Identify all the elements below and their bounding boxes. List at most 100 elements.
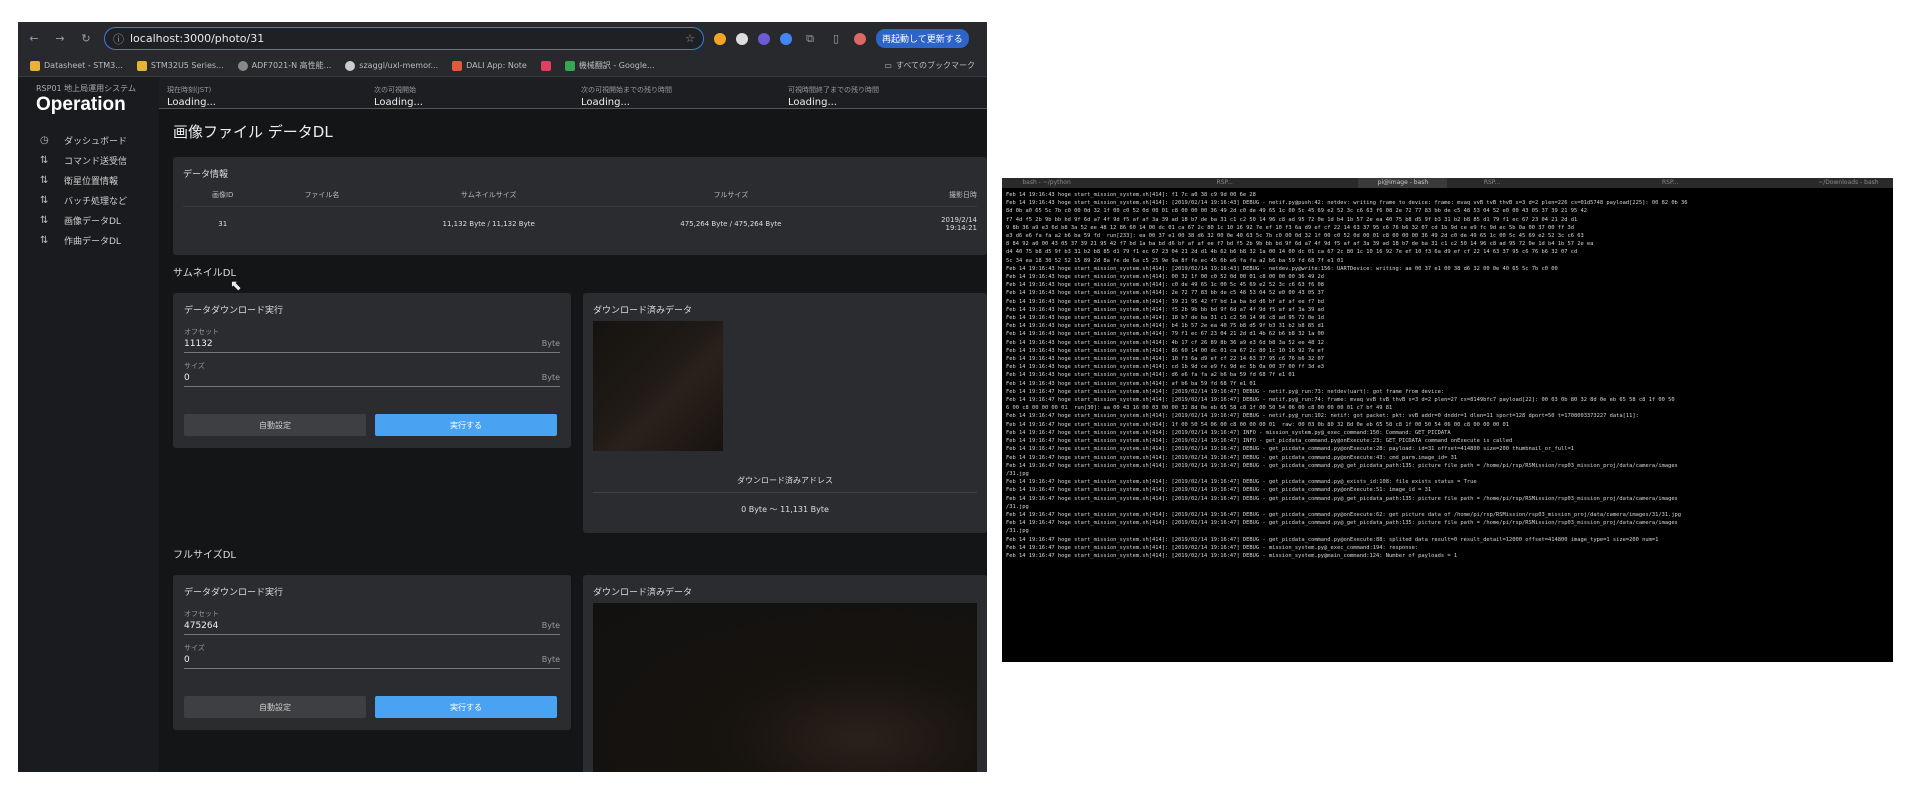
card-title: データ情報 <box>183 170 229 180</box>
forward-icon[interactable]: → <box>52 32 68 45</box>
extensions-puzzle-icon[interactable]: ⧉ <box>802 32 818 46</box>
col-header: ファイル名 <box>304 191 340 199</box>
transfer-icon: ⇅ <box>40 194 49 206</box>
col-header: 画像ID <box>211 191 234 199</box>
terminal-tab[interactable]: ~/Downloads - bash <box>1804 178 1893 188</box>
offset-label: オフセット <box>184 328 219 336</box>
full-preview-image <box>593 603 977 772</box>
back-icon[interactable]: ← <box>26 32 42 45</box>
transfer-icon: ⇅ <box>40 234 49 246</box>
terminal-tab[interactable]: RSP... <box>1447 178 1536 188</box>
bookmark-favicon-icon <box>30 60 40 71</box>
offset-label: オフセット <box>184 610 219 618</box>
all-bookmarks[interactable]: ▭ すべてのブックマーク <box>884 60 975 71</box>
size-field[interactable]: 0 Byte <box>184 653 560 669</box>
info-next-visible-start: 次の可視開始 Loading... <box>366 77 573 109</box>
cell-full-size: 475,264 Byte / 475,264 Byte <box>680 220 782 229</box>
section-full-dl: フルサイズDL <box>173 550 236 561</box>
sidebar-menu: ◷ ダッシュボード ⇅ コマンド送受信 ⇅ 衛星位置情報 ⇅ バッチ処理など ⇅ 画像デー… <box>18 130 159 250</box>
cell-thumb-size: 11,132 Byte / 11,132 Byte <box>442 220 535 229</box>
table-header-row: 画像ID ファイル名 サムネイルサイズ フルサイズ 撮影日時 <box>183 184 977 207</box>
bookmark-item[interactable]: 機械翻訳 - Google... <box>564 60 655 71</box>
avatar[interactable] <box>854 32 866 45</box>
folder-icon: ▭ <box>884 61 892 70</box>
terminal-tab[interactable] <box>1537 178 1626 188</box>
info-current-time: 現在時刻(JST) Loading... <box>159 77 366 109</box>
terminal-tab[interactable]: RSP... <box>1626 178 1715 188</box>
extension-icon[interactable] <box>736 32 748 45</box>
sidebar-item-image-dl[interactable]: ⇅ 画像データDL <box>18 210 159 230</box>
app-root: RSP01 地上局運用システム Operation ◷ ダッシュボード ⇅ コマンド… <box>18 77 987 772</box>
extension-icon[interactable] <box>758 32 770 45</box>
terminal-tabs: bash - ~/python RSP... pi@image - bash R… <box>1002 178 1893 188</box>
bookmark-favicon-icon <box>237 60 248 71</box>
terminal-tab[interactable]: pi@image - bash <box>1358 178 1448 188</box>
bookmark-item[interactable]: STM32U5 Series... <box>136 60 224 71</box>
terminal-tab[interactable]: bash - ~/python <box>1002 178 1091 188</box>
col-header: フルサイズ <box>713 191 749 199</box>
page-title: 画像ファイル データDL <box>173 123 333 141</box>
bookmark-item[interactable]: ADF7021-N 高性能... <box>237 60 331 71</box>
bookmark-item[interactable]: DALI App: Note <box>452 60 527 71</box>
cell-filename <box>262 207 381 242</box>
full-downloaded-card: ダウンロード済みデータ <box>583 575 987 772</box>
site-info-icon[interactable]: ⓘ <box>113 31 124 47</box>
extension-icon[interactable] <box>714 32 726 45</box>
terminal-tab[interactable] <box>1269 178 1358 188</box>
system-name: RSP01 地上局運用システム <box>36 84 136 93</box>
size-field[interactable]: 0 Byte <box>184 371 560 387</box>
terminal-tab[interactable]: RSP... <box>1180 178 1269 188</box>
info-time-to-visible: 次の可視開始までの残り時間 Loading... <box>573 77 780 109</box>
terminal-tab[interactable] <box>1091 178 1180 188</box>
transfer-icon: ⇅ <box>40 154 49 166</box>
run-button[interactable]: 実行する <box>375 696 557 718</box>
section-thumbnail-dl: サムネイルDL <box>173 268 237 279</box>
bookmark-favicon-icon <box>136 60 147 71</box>
bookmark-favicon-icon <box>564 60 575 71</box>
card-title: データダウンロード実行 <box>184 306 284 316</box>
bookmark-favicon-icon <box>452 60 463 71</box>
thumb-download-card: データダウンロード実行 オフセット 11132 Byte サイズ 0 Byte 自動… <box>173 293 571 448</box>
transfer-icon: ⇅ <box>40 214 49 226</box>
browser-window: ← → ↻ ⓘ localhost:3000/photo/31 ☆ ⧉ ▯ 再起… <box>18 22 987 772</box>
sidebar-item-satellite-position[interactable]: ⇅ 衛星位置情報 <box>18 170 159 190</box>
sidepanel-icon[interactable]: ▯ <box>828 32 844 45</box>
offset-field[interactable]: 11132 Byte <box>184 337 560 353</box>
sidebar-item-command[interactable]: ⇅ コマンド送受信 <box>18 150 159 170</box>
info-time-to-visible-end: 可視時間終了までの残り時間 Loading... <box>780 77 987 109</box>
bookmark-item[interactable]: szaggl/uxl-memor... <box>345 60 438 71</box>
auto-set-button[interactable]: 自動設定 <box>184 696 366 718</box>
run-button[interactable]: 実行する <box>375 414 557 436</box>
sidebar-item-dashboard[interactable]: ◷ ダッシュボード <box>18 130 159 150</box>
card-title: ダウンロード済みデータ <box>593 588 693 598</box>
table-row[interactable]: 31 11,132 Byte / 11,132 Byte 475,264 Byt… <box>183 206 977 242</box>
extension-icon[interactable] <box>780 32 792 45</box>
terminal-output[interactable]: Feb 14 19:16:43 hoge start_mission_syste… <box>1002 188 1893 563</box>
reload-icon[interactable]: ↻ <box>78 32 94 45</box>
auto-set-button[interactable]: 自動設定 <box>184 414 366 436</box>
update-button[interactable]: 再起動して更新する <box>876 29 969 48</box>
top-info-bar: 現在時刻(JST) Loading... 次の可視開始 Loading... 次の可… <box>159 77 987 109</box>
sidebar-item-batch[interactable]: ⇅ バッチ処理など <box>18 190 159 210</box>
col-header: 撮影日時 <box>949 191 977 199</box>
dashboard-icon: ◷ <box>40 134 49 146</box>
sidebar: RSP01 地上局運用システム Operation ◷ ダッシュボード ⇅ コマンド… <box>18 77 159 772</box>
main-content: 画像ファイル データDL データ情報 画像ID ファイル名 サムネイルサイズ フ… <box>159 109 987 772</box>
bookmark-item[interactable]: Datasheet - STM3... <box>30 60 123 71</box>
data-info-card: データ情報 画像ID ファイル名 サムネイルサイズ フルサイズ 撮影日時 31 … <box>173 157 987 255</box>
bookmark-star-icon[interactable]: ☆ <box>685 32 695 45</box>
sidebar-item-music-dl[interactable]: ⇅ 作曲データDL <box>18 230 159 250</box>
github-icon <box>345 60 356 71</box>
terminal-tab[interactable] <box>1715 178 1804 188</box>
thumb-downloaded-card: ダウンロード済みデータ ダウンロード済みアドレス 0 Byte 〜 11,131… <box>583 293 987 533</box>
terminal-window: bash - ~/python RSP... pi@image - bash R… <box>1002 178 1893 662</box>
app-title: Operation <box>36 94 126 115</box>
card-title: データダウンロード実行 <box>184 588 284 598</box>
cell-date: 2019/2/14 19:14:21 <box>941 216 977 233</box>
thumbnail-preview-image <box>593 321 723 451</box>
offset-field[interactable]: 475264 Byte <box>184 619 560 635</box>
col-header: サムネイルサイズ <box>460 191 517 199</box>
bookmark-favicon-icon <box>540 60 551 71</box>
bookmark-item[interactable] <box>540 60 551 71</box>
address-bar[interactable]: ⓘ localhost:3000/photo/31 ☆ <box>104 27 704 50</box>
